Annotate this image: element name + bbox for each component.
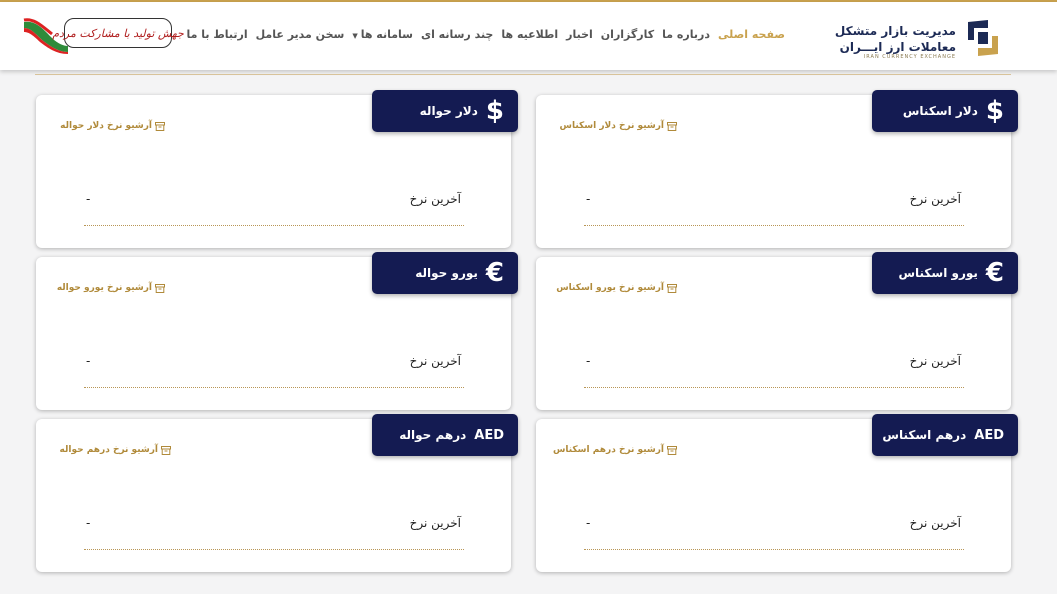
card-title-text: دلار حواله (419, 104, 478, 118)
archive-box-icon (155, 121, 165, 131)
card-euro-cash: یورو اسکناس € آرشیو نرخ یورو اسکناس آخری… (536, 252, 1018, 410)
last-rate-value: - (586, 516, 591, 530)
archive-link-text: آرشیو نرخ دلار اسکناس (559, 121, 664, 131)
slogan-text: جهش تولید با مشارکت مردم (52, 26, 184, 40)
nav-about[interactable]: درباره ما (662, 28, 710, 41)
logo-title-line2: معاملات ارز ایـــران (839, 40, 956, 54)
archive-link-dollar-cash[interactable]: آرشیو نرخ دلار اسکناس (560, 121, 677, 131)
last-rate-label: آخرین نرخ (909, 192, 961, 206)
dotted-divider (584, 387, 964, 388)
slogan-banner: جهش تولید با مشارکت مردم (22, 16, 184, 56)
caret-down-icon: ▼ (352, 32, 358, 40)
card-aed-transfer: درهم حواله AED آرشیو نرخ درهم حواله آخری… (36, 414, 518, 572)
euro-icon: € (985, 258, 1004, 288)
nav-contact[interactable]: ارتباط با ما (186, 28, 247, 41)
last-rate-label: آخرین نرخ (909, 354, 961, 368)
card-title-text: یورو حواله (415, 266, 478, 280)
euro-icon: € (485, 258, 504, 288)
card-title-text: یورو اسکناس (898, 266, 978, 280)
last-rate-value: - (586, 354, 591, 368)
aed-icon: AED (474, 427, 504, 443)
archive-link-euro-cash[interactable]: آرشیو نرخ یورو اسکناس (556, 283, 677, 293)
archive-link-aed-transfer[interactable]: آرشیو نرخ درهم حواله (60, 445, 171, 455)
nav-home[interactable]: صفحه اصلی (718, 28, 785, 41)
dotted-divider (84, 387, 464, 388)
card-title-dollar-transfer: دلار حواله $ (372, 90, 518, 132)
dotted-divider (584, 549, 964, 550)
card-title-text: دلار اسکناس (902, 104, 978, 118)
last-rate-label: آخرین نرخ (409, 354, 461, 368)
archive-link-aed-cash[interactable]: آرشیو نرخ درهم اسکناس (553, 445, 677, 455)
card-title-aed-transfer: درهم حواله AED (372, 414, 518, 456)
logo-subtitle: IRAN CURRENCY EXCHANGE (863, 54, 956, 60)
card-title-dollar-cash: دلار اسکناس $ (872, 90, 1018, 132)
nav-systems-label: سامانه ها (360, 28, 413, 41)
archive-link-euro-transfer[interactable]: آرشیو نرخ یورو حواله (57, 283, 165, 293)
last-rate-label: آخرین نرخ (409, 192, 461, 206)
archive-link-dollar-transfer[interactable]: آرشیو نرخ دلار حواله (60, 121, 165, 131)
card-title-text: درهم اسکناس (882, 428, 967, 442)
logo-title-line1: مدیریت بازار متشکل (834, 24, 956, 38)
dotted-divider (84, 225, 464, 226)
last-rate-value: - (86, 354, 91, 368)
nav-ceo-message[interactable]: سخن مدیر عامل (256, 28, 345, 41)
card-title-euro-transfer: یورو حواله € (372, 252, 518, 294)
last-rate-value: - (86, 192, 91, 206)
archive-link-text: آرشیو نرخ یورو حواله (56, 283, 152, 293)
nav-news[interactable]: اخبار (566, 28, 593, 41)
dollar-icon: $ (985, 96, 1004, 126)
last-rate-value: - (586, 192, 591, 206)
archive-box-icon (667, 283, 677, 293)
nav-announcements[interactable]: اطلاعیه ها (501, 28, 558, 41)
nav-multimedia[interactable]: چند رسانه ای (421, 28, 493, 41)
main-nav: صفحه اصلی درباره ما کارگزاران اخبار اطلا… (186, 28, 785, 41)
archive-link-text: آرشیو نرخ درهم حواله (59, 445, 158, 455)
card-title-text: درهم حواله (399, 428, 467, 442)
last-rate-label: آخرین نرخ (909, 516, 961, 530)
archive-link-text: آرشیو نرخ دلار حواله (60, 121, 152, 131)
last-rate-value: - (86, 516, 91, 530)
last-rate-label: آخرین نرخ (409, 516, 461, 530)
archive-link-text: آرشیو نرخ درهم اسکناس (552, 445, 664, 455)
card-euro-transfer: یورو حواله € آرشیو نرخ یورو حواله آخرین … (36, 252, 518, 410)
card-title-aed-cash: درهم اسکناس AED (872, 414, 1018, 456)
dotted-divider (584, 225, 964, 226)
aed-icon: AED (974, 427, 1004, 443)
nav-systems-dropdown[interactable]: سامانه ها▼ (352, 28, 413, 41)
header-divider (35, 74, 1011, 75)
card-dollar-transfer: دلار حواله $ آرشیو نرخ دلار حواله آخرین … (36, 90, 518, 248)
archive-box-icon (155, 283, 165, 293)
archive-box-icon (161, 445, 171, 455)
dollar-icon: $ (485, 96, 504, 126)
card-aed-cash: درهم اسکناس AED آرشیو نرخ درهم اسکناس آخ… (536, 414, 1018, 572)
archive-box-icon (667, 121, 677, 131)
dotted-divider (84, 549, 464, 550)
archive-link-text: آرشیو نرخ یورو اسکناس (556, 283, 664, 293)
card-dollar-cash: دلار اسکناس $ آرشیو نرخ دلار اسکناس آخری… (536, 90, 1018, 248)
logo-mark-icon (968, 20, 998, 56)
slogan-frame: جهش تولید با مشارکت مردم (52, 18, 184, 48)
site-header: مدیریت بازار متشکل معاملات ارز ایـــران … (0, 2, 1057, 70)
card-title-euro-cash: یورو اسکناس € (872, 252, 1018, 294)
site-logo[interactable]: مدیریت بازار متشکل معاملات ارز ایـــران … (835, 16, 1002, 64)
nav-brokers[interactable]: کارگزاران (601, 28, 654, 41)
archive-box-icon (667, 445, 677, 455)
